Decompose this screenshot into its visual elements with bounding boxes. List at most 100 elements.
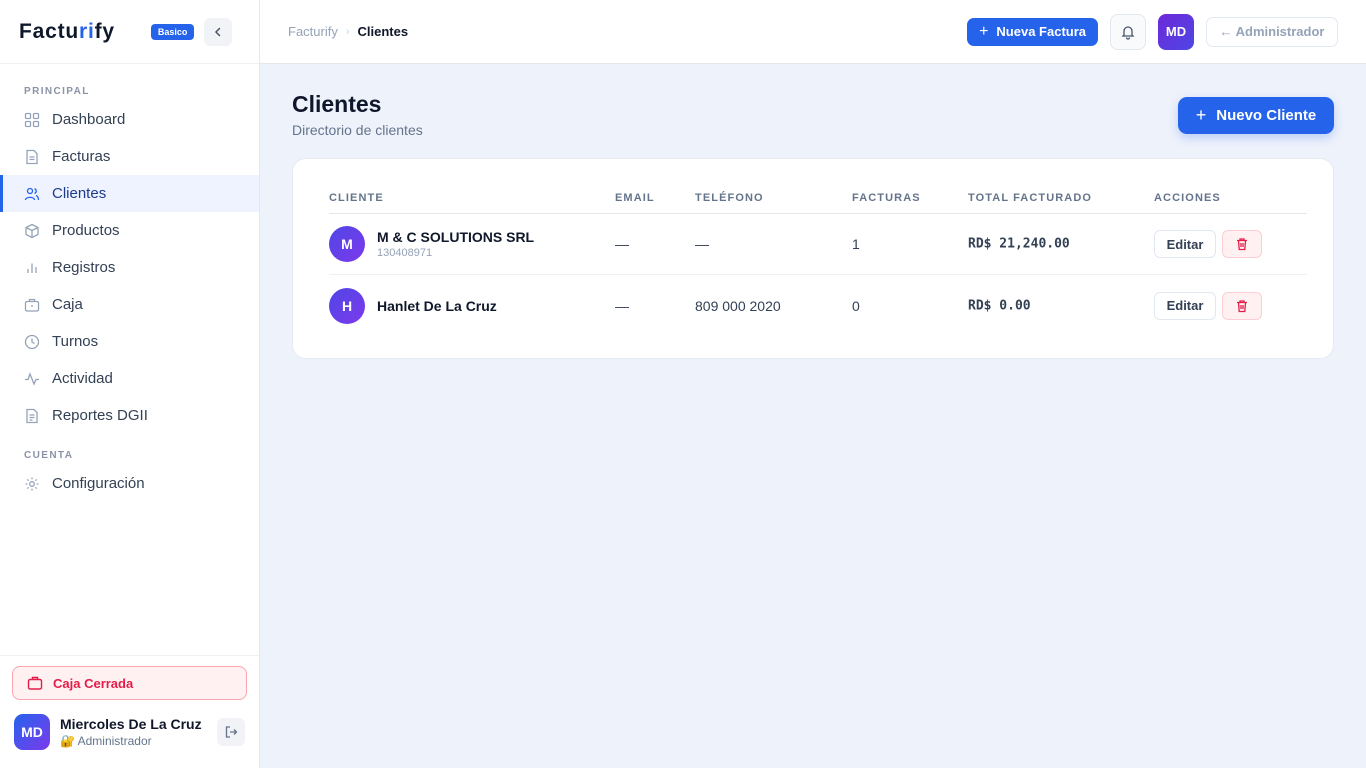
lock-icon: 🔐 [60,734,75,748]
new-client-label: Nuevo Cliente [1216,107,1317,124]
sidebar-item-configuracion[interactable]: Configuración [0,465,259,502]
caja-status-button[interactable]: Caja Cerrada [12,666,247,700]
top-actions: + Nueva Factura MD ← Administrador [967,13,1338,50]
sidebar-item-turnos[interactable]: Turnos [0,323,259,360]
user-role-label: Administrador [77,734,152,748]
client-total: RD$ 0.00 [968,298,1031,313]
sidebar-item-actividad[interactable]: Actividad [0,360,259,397]
sidebar-item-label: Clientes [52,185,107,202]
client-info: Hanlet De La Cruz [377,298,497,314]
sidebar-footer: Caja Cerrada MD Miercoles De La Cruz 🔐 A… [0,655,259,768]
new-client-button[interactable]: + Nuevo Cliente [1178,97,1334,134]
avatar[interactable]: MD [1158,13,1194,50]
activity-icon [24,371,40,387]
client-phone: 809 000 2020 [695,297,781,314]
client-cell: M M & C SOLUTIONS SRL 130408971 [329,226,534,262]
logout-icon [225,726,238,738]
table-header: CLIENTE EMAIL TELÉFONO FACTURAS TOTAL FA… [329,189,1307,214]
cube-icon [24,223,40,239]
sidebar-item-label: Dashboard [52,111,126,128]
sidebar-item-productos[interactable]: Productos [0,212,259,249]
sidebar-item-clientes[interactable]: Clientes [0,175,259,212]
plus-icon: + [1195,105,1207,125]
client-info: M & C SOLUTIONS SRL 130408971 [377,229,534,259]
admin-back-button[interactable]: ← Administrador [1206,16,1338,47]
table-row[interactable]: M M & C SOLUTIONS SRL 130408971 — — 1 RD… [329,214,1307,275]
client-avatar: M [329,226,365,262]
nav: PRINCIPAL Dashboard Facturas Clientes Pr… [0,86,259,502]
trash-icon [1237,299,1247,312]
new-invoice-button[interactable]: + Nueva Factura [967,17,1098,46]
client-phone: — [695,236,709,252]
section-label-cuenta: CUENTA [24,450,74,461]
logout-button[interactable] [217,718,245,746]
client-rnc: 130408971 [377,247,433,259]
bell-icon [1121,25,1135,40]
collapse-sidebar-button[interactable] [204,17,233,46]
column-header-email: EMAIL [615,192,655,204]
row-actions: Editar [1154,230,1262,258]
breadcrumb-root[interactable]: Facturify [288,24,338,39]
sidebar-item-facturas[interactable]: Facturas [0,138,259,175]
notifications-button[interactable] [1110,13,1146,50]
sidebar-item-label: Caja [52,296,83,313]
client-total: RD$ 21,240.00 [968,236,1070,252]
brand-row: Facturify Basico [0,0,259,64]
briefcase-icon [24,297,40,313]
sidebar-item-caja[interactable]: Caja [0,286,259,323]
client-email: — [615,236,629,252]
report-icon [24,408,40,424]
client-avatar: H [329,287,365,324]
client-name: Hanlet De La Cruz [377,297,497,314]
column-header-total-facturado: TOTAL FACTURADO [968,192,1093,204]
sidebar-item-label: Reportes DGII [52,407,148,424]
chevron-left-icon [215,27,221,36]
page-title: Clientes [292,91,382,117]
topbar: Facturify › Clientes + Nueva Factura MD … [260,0,1366,64]
avatar[interactable]: MD [14,714,50,750]
sidebar-item-label: Actividad [52,370,113,387]
client-invoices: 0 [852,297,860,314]
grid-icon [24,112,40,128]
plan-badge: Basico [150,23,195,40]
brand-accent: ri [79,19,95,43]
row-actions: Editar [1154,291,1262,320]
sidebar-item-label: Configuración [52,475,145,492]
brand-prefix: Factu [19,19,80,43]
page-subtitle: Directorio de clientes [292,122,423,138]
trash-icon [1237,238,1247,251]
section-label-principal: PRINCIPAL [24,86,90,97]
sidebar-item-label: Registros [52,259,116,276]
user-role: 🔐 Administrador [60,734,202,748]
column-header-facturas: FACTURAS [852,192,921,204]
plus-icon: + [979,22,989,40]
brand-suffix: fy [94,19,115,43]
table-row[interactable]: H Hanlet De La Cruz — 809 000 2020 0 RD$… [329,275,1307,336]
column-header-telefono: TELÉFONO [695,192,764,204]
user-info: Miercoles De La Cruz 🔐 Administrador [60,716,202,748]
client-cell: H Hanlet De La Cruz [329,287,497,324]
delete-button[interactable] [1222,291,1262,320]
sidebar-item-label: Facturas [52,148,111,165]
document-icon [24,149,40,165]
brand-logo[interactable]: Facturify [19,20,115,44]
edit-button[interactable]: Editar [1154,230,1216,258]
breadcrumb-separator: › [345,25,350,38]
column-header-acciones: ACCIONES [1154,192,1221,204]
sidebar-item-registros[interactable]: Registros [0,249,259,286]
sidebar-item-dashboard[interactable]: Dashboard [0,101,259,138]
sidebar: Facturify Basico PRINCIPAL Dashboard Fac… [0,0,260,768]
edit-button[interactable]: Editar [1154,291,1216,320]
client-invoices: 1 [852,236,860,252]
column-header-cliente: CLIENTE [329,192,384,204]
sidebar-item-label: Turnos [52,333,99,350]
delete-button[interactable] [1222,230,1262,258]
client-name: M & C SOLUTIONS SRL [377,229,535,245]
clock-icon [24,334,40,350]
user-profile: MD Miercoles De La Cruz 🔐 Administrador [14,714,245,750]
breadcrumb: Facturify › Clientes [288,24,408,39]
clients-table: CLIENTE EMAIL TELÉFONO FACTURAS TOTAL FA… [292,158,1334,359]
new-invoice-label: Nueva Factura [996,24,1086,39]
sidebar-item-reportes-dgii[interactable]: Reportes DGII [0,397,259,434]
gear-icon [24,476,40,492]
